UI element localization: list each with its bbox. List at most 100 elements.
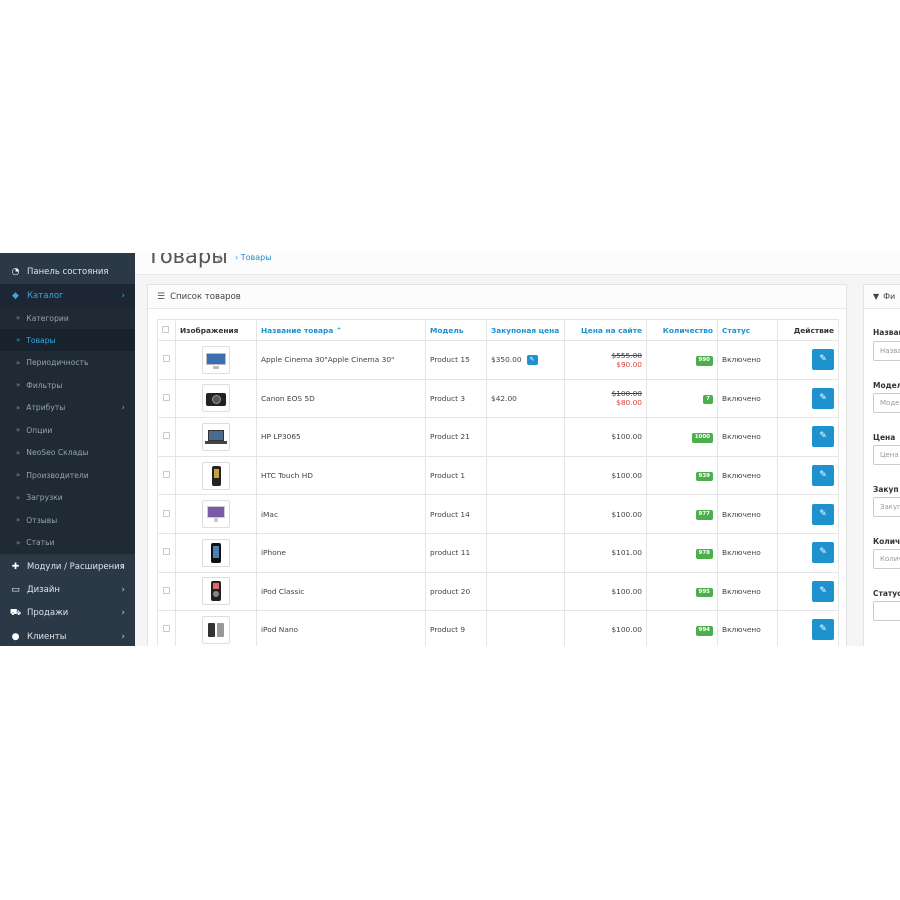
sidebar-subitem-attributes[interactable]: » Атрибуты › bbox=[0, 397, 135, 419]
pencil-icon: ✎ bbox=[819, 431, 827, 442]
action-cell: ✎ bbox=[777, 378, 839, 419]
edit-button[interactable]: ✎ bbox=[812, 619, 834, 641]
sidebar-subitem-label: Производители bbox=[26, 470, 89, 480]
row-checkbox[interactable] bbox=[163, 471, 170, 479]
filter-name-input[interactable]: Назва bbox=[873, 341, 900, 361]
camera-product-icon bbox=[202, 384, 230, 413]
action-cell: ✎ bbox=[777, 340, 839, 380]
sidebar-subitem-downloads[interactable]: » Загрузки bbox=[0, 487, 135, 509]
filter-cost-input[interactable]: Закуп bbox=[873, 497, 900, 517]
sidebar-item-modules[interactable]: ✚ Модули / Расширения › bbox=[0, 555, 135, 578]
angle-right-icon: » bbox=[16, 426, 21, 434]
edit-button[interactable]: ✎ bbox=[812, 503, 834, 525]
edit-button[interactable]: ✎ bbox=[812, 387, 834, 409]
tags-icon: ◆ bbox=[12, 290, 19, 301]
sidebar-subitem-filters[interactable]: » Фильтры bbox=[0, 374, 135, 396]
edit-cost-icon[interactable]: ✎ bbox=[526, 354, 538, 365]
product-price-cell: $555.00 $90.00 bbox=[564, 340, 647, 380]
filter-quantity-input[interactable]: Колич bbox=[873, 549, 900, 569]
row-checkbox[interactable] bbox=[163, 586, 170, 594]
action-cell: ✎ bbox=[777, 610, 839, 646]
pencil-icon: ✎ bbox=[819, 508, 827, 519]
sidebar-subitem-products[interactable]: » Товары bbox=[0, 329, 135, 351]
select-all-checkbox[interactable] bbox=[162, 325, 169, 333]
edit-button[interactable]: ✎ bbox=[812, 465, 834, 487]
quantity-badge: 939 bbox=[695, 471, 713, 482]
action-cell: ✎ bbox=[777, 532, 839, 573]
edit-button[interactable]: ✎ bbox=[812, 580, 834, 602]
product-status: Включено bbox=[717, 494, 778, 534]
angle-right-icon: » bbox=[16, 493, 21, 502]
row-checkbox[interactable] bbox=[163, 548, 170, 556]
column-header-model[interactable]: Модель bbox=[425, 319, 487, 341]
sort-asc-icon: ⌃ bbox=[335, 325, 343, 335]
row-checkbox[interactable] bbox=[163, 509, 170, 517]
product-model: Product 14 bbox=[425, 494, 487, 534]
angle-right-icon: » bbox=[16, 336, 21, 344]
sidebar-subitem-articles[interactable]: » Статьи bbox=[0, 532, 135, 554]
home-icon[interactable]: ⌂ bbox=[217, 253, 223, 264]
edit-button[interactable]: ✎ bbox=[812, 349, 834, 371]
sidebar-subitem-reviews[interactable]: » Отзывы bbox=[0, 509, 135, 531]
product-cost-cell: $350.00 ✎ bbox=[486, 340, 565, 380]
row-checkbox[interactable] bbox=[163, 355, 170, 363]
filter-label-price: Цена bbox=[873, 433, 896, 442]
sidebar-subitem-label: Отзывы bbox=[26, 515, 58, 525]
sidebar-subitem-options[interactable]: » Опции bbox=[0, 419, 135, 441]
angle-right-icon: » bbox=[16, 538, 21, 547]
sidebar-subitem-recurring[interactable]: » Периодичность bbox=[0, 352, 135, 374]
product-cost-cell bbox=[486, 455, 565, 496]
image-cell bbox=[175, 378, 257, 419]
quantity-badge: 977 bbox=[695, 510, 713, 520]
ipod-classic-product-icon bbox=[202, 577, 230, 606]
row-checkbox[interactable] bbox=[163, 625, 170, 633]
row-checkbox[interactable] bbox=[163, 432, 170, 440]
product-quantity-cell: 939 bbox=[646, 455, 718, 496]
breadcrumb[interactable]: › Товары bbox=[235, 253, 272, 262]
sidebar-item-dashboard[interactable]: ◔ Панель состояния bbox=[0, 260, 135, 283]
column-header-status[interactable]: Статус bbox=[717, 319, 778, 341]
product-name: iMac bbox=[256, 494, 426, 534]
product-name: iPhone bbox=[256, 532, 426, 573]
sidebar-item-label: Каталог bbox=[27, 290, 64, 301]
pencil-icon: ✎ bbox=[819, 354, 827, 365]
edit-button[interactable]: ✎ bbox=[812, 426, 834, 448]
image-cell bbox=[175, 417, 257, 457]
sidebar-subitem-warehouses[interactable]: » NeoSeo Склады bbox=[0, 442, 135, 464]
sidebar-item-sales[interactable]: ⛟ Продажи › bbox=[0, 602, 135, 625]
sidebar-item-customers[interactable]: ● Клиенты › bbox=[0, 625, 135, 646]
column-header-quantity[interactable]: Количество bbox=[646, 319, 718, 341]
product-quantity-cell: 977 bbox=[646, 494, 718, 534]
filter-model-input[interactable]: Моде bbox=[873, 393, 900, 413]
sidebar-item-catalog[interactable]: ◆ Каталог › bbox=[0, 284, 135, 307]
ipod-nano-product-icon bbox=[202, 615, 230, 644]
sidebar-item-design[interactable]: ▭ Дизайн › bbox=[0, 578, 135, 601]
product-table: Изображения Название товара ⌃ Модель Зак… bbox=[157, 319, 839, 646]
product-name: Apple Cinema 30"Apple Cinema 30" bbox=[256, 340, 426, 380]
column-header-name[interactable]: Название товара ⌃ bbox=[256, 319, 426, 341]
price-value: $100.00 bbox=[611, 625, 642, 635]
column-header-price[interactable]: Цена на сайте bbox=[564, 319, 647, 341]
sidebar-subitem-categories[interactable]: » Категории bbox=[0, 307, 135, 329]
old-price: $555.00 bbox=[611, 350, 642, 360]
pencil-icon: ✎ bbox=[819, 547, 827, 558]
edit-button[interactable]: ✎ bbox=[812, 542, 834, 564]
product-quantity-cell: 7 bbox=[646, 378, 718, 419]
filter-price-input[interactable]: Цена bbox=[873, 445, 900, 465]
breadcrumb-item[interactable]: Товары bbox=[241, 253, 272, 262]
row-checkbox-cell bbox=[157, 494, 176, 534]
pencil-icon: ✎ bbox=[819, 470, 827, 481]
quantity-badge: 990 bbox=[695, 356, 713, 366]
filter-status-select[interactable] bbox=[873, 601, 900, 621]
product-price-cell: $100.00 bbox=[564, 610, 647, 646]
select-all-checkbox-cell bbox=[157, 319, 176, 341]
row-checkbox[interactable] bbox=[163, 393, 170, 401]
table-row: iMac Product 14 $100.00 977 Включено ✎ bbox=[157, 494, 839, 534]
table-header-row: Изображения Название товара ⌃ Модель Зак… bbox=[157, 319, 839, 341]
table-row: Apple Cinema 30"Apple Cinema 30" Product … bbox=[157, 340, 839, 380]
product-cost-cell bbox=[486, 417, 565, 457]
column-header-cost[interactable]: Закупоная цена bbox=[486, 319, 565, 341]
product-price-cell: $101.00 bbox=[564, 532, 647, 573]
product-cost: $350.00 bbox=[491, 354, 522, 364]
sidebar-subitem-manufacturers[interactable]: » Производители bbox=[0, 464, 135, 486]
